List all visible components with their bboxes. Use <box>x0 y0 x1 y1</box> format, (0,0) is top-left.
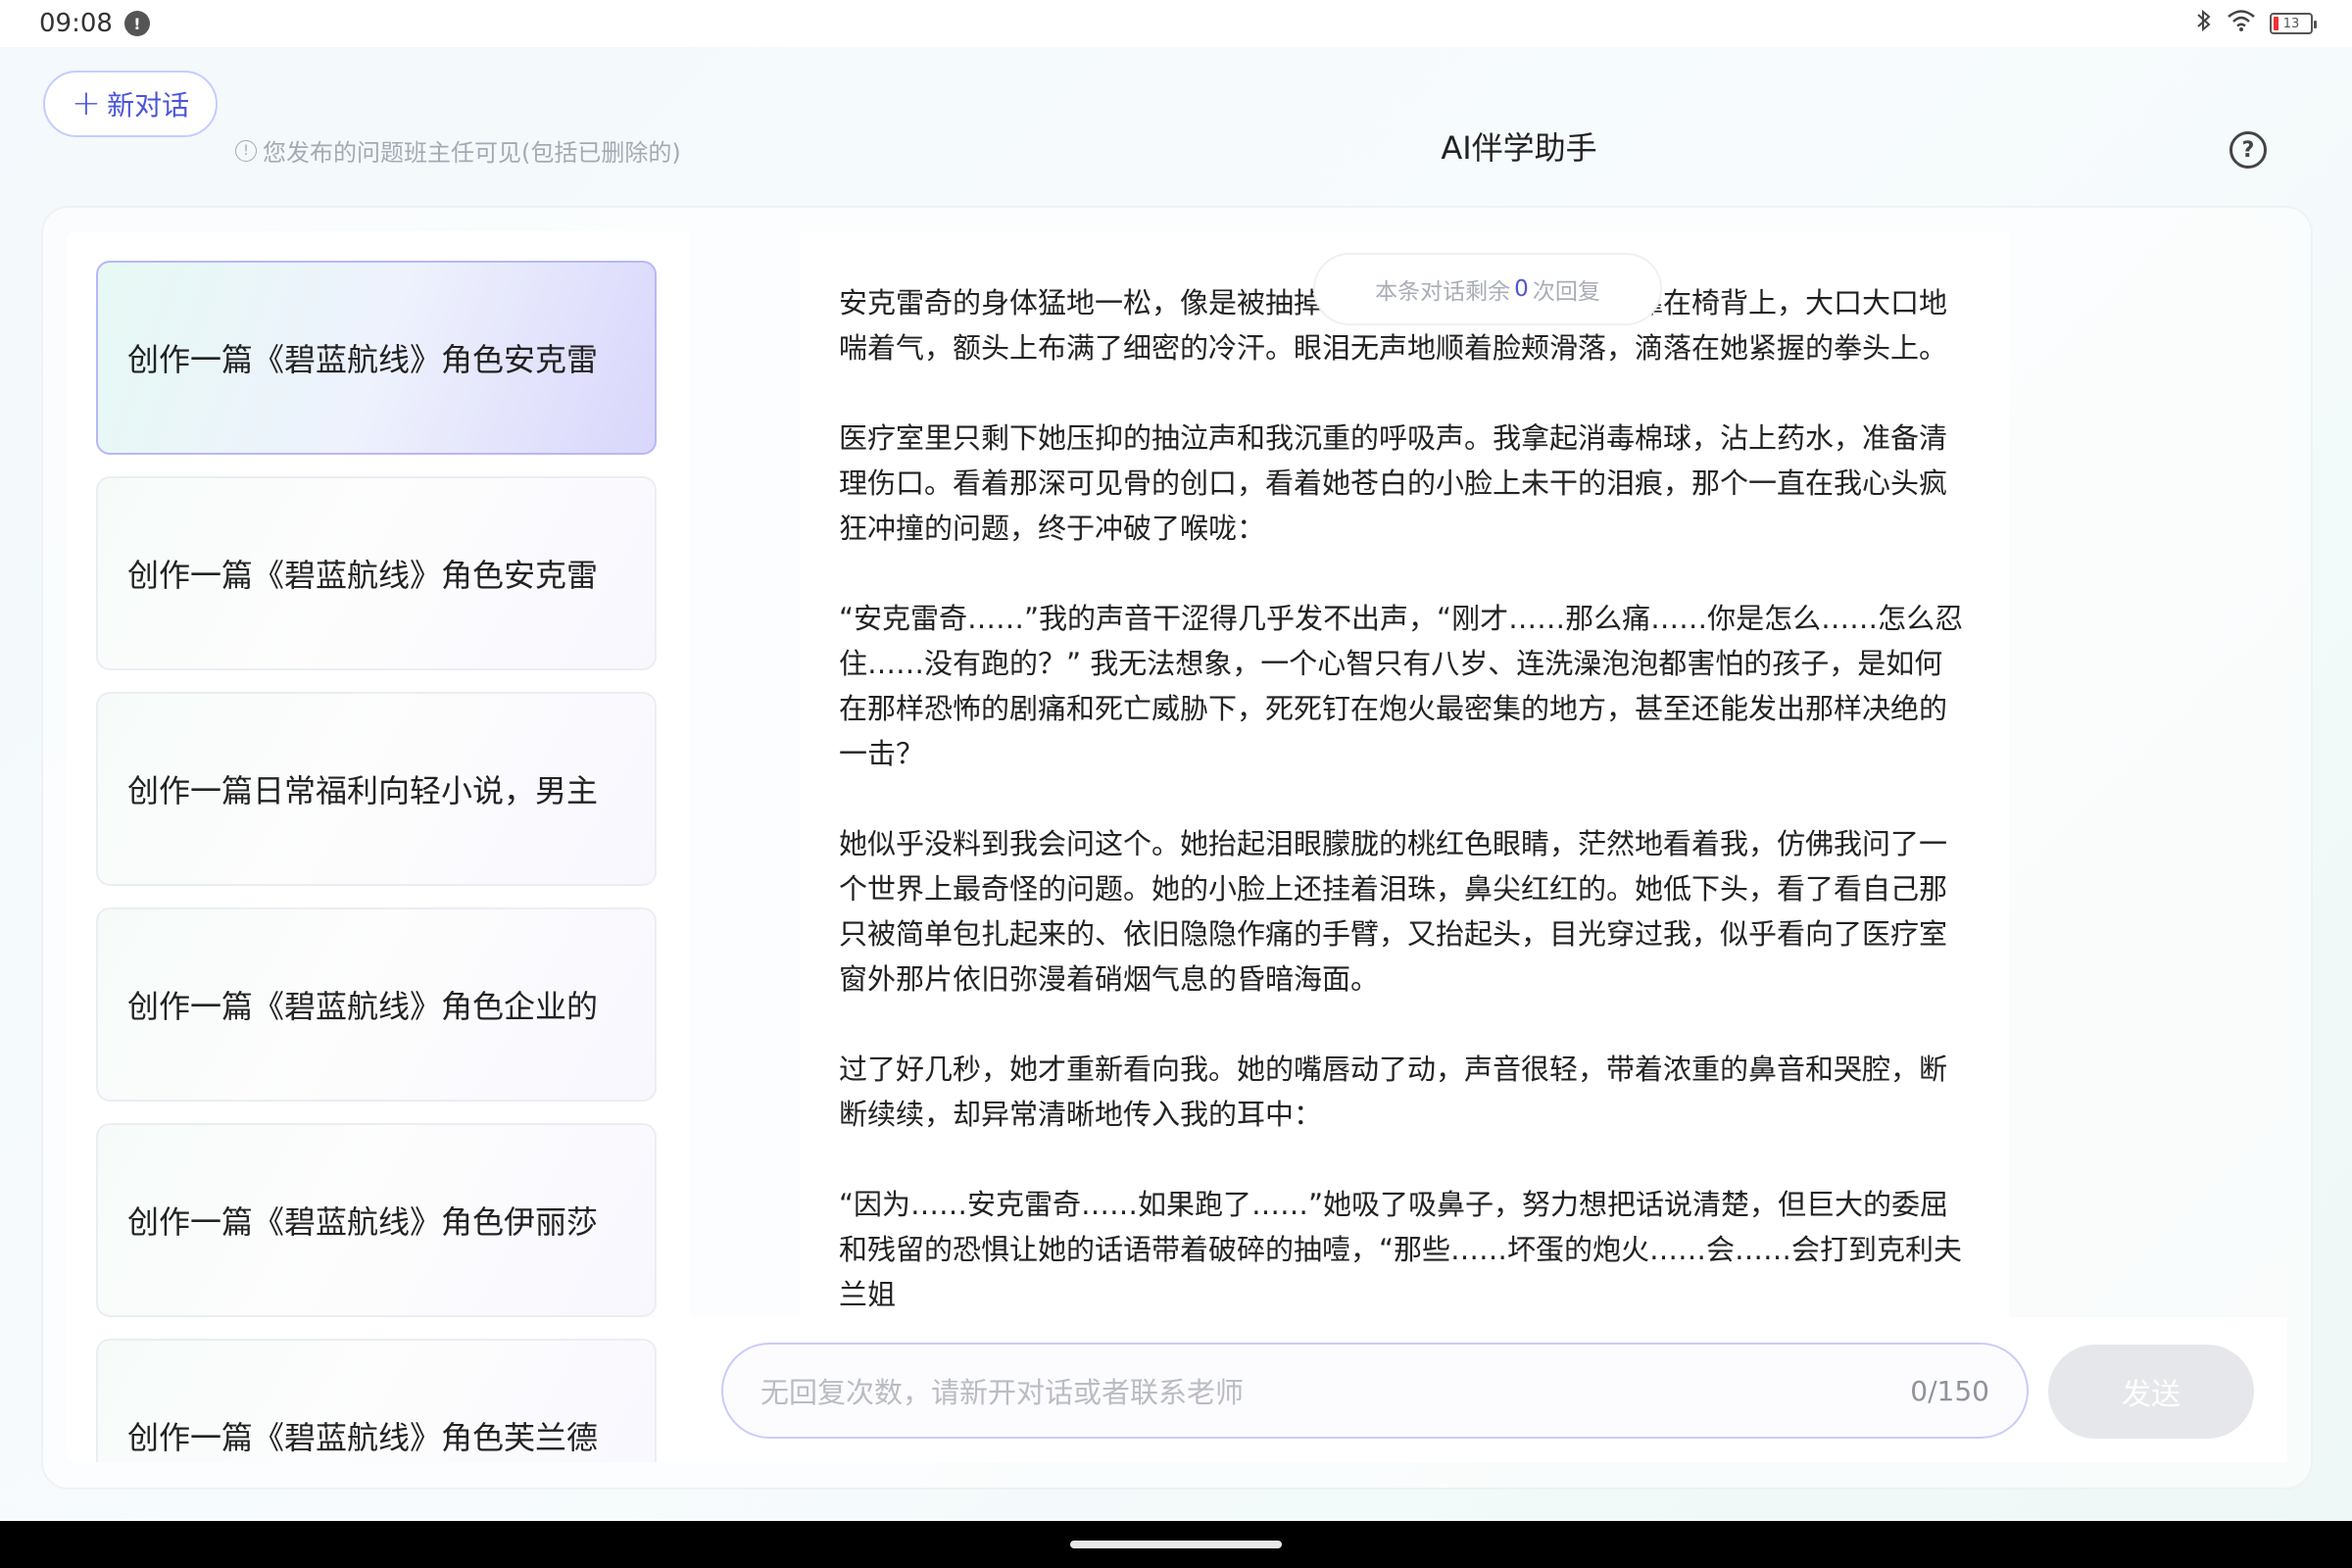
page-title: AI伴学助手 <box>1441 129 1597 167</box>
conversation-title: 创作一篇《碧蓝航线》角色安克雷 <box>127 557 599 594</box>
plus-icon: + <box>71 83 102 123</box>
conversation-item[interactable]: 创作一篇《碧蓝航线》角色芙兰德 <box>96 1339 657 1462</box>
visibility-notice: ! 您发布的问题班主任可见(包括已删除的) <box>235 133 681 168</box>
remaining-suffix: 次回复 <box>1532 279 1600 305</box>
battery-icon: 13 <box>2270 13 2317 34</box>
message-input[interactable]: 无回复次数，请新开对话或者联系老师 0/150 <box>721 1343 2029 1439</box>
remaining-count: 0 <box>1514 276 1529 302</box>
conversation-item[interactable]: 创作一篇《碧蓝航线》角色安克雷 <box>96 476 657 670</box>
conversation-title: 创作一篇《碧蓝航线》角色安克雷 <box>127 341 599 378</box>
new-chat-button[interactable]: + 新对话 <box>43 71 218 137</box>
conversation-title: 创作一篇《碧蓝航线》角色伊丽莎 <box>127 1203 599 1241</box>
input-placeholder: 无回复次数，请新开对话或者联系老师 <box>760 1376 1245 1409</box>
conversation-title: 创作一篇《碧蓝航线》角色芙兰德 <box>127 1419 599 1456</box>
bluetooth-icon <box>2195 8 2213 39</box>
message-text: 安克雷奇的身体猛地一松，像是被抽掉了所有力气一样，软软地靠在椅背上，大口大口地喘… <box>800 231 2009 1317</box>
message-paragraph: 过了好几秒，她才重新看向我。她的嘴唇动了动，声音很轻，带着浓重的鼻音和哭腔，断断… <box>839 1053 1948 1131</box>
message-card[interactable]: 安克雷奇的身体猛地一松，像是被抽掉了所有力气一样，软软地靠在椅背上，大口大口地喘… <box>800 231 2009 1317</box>
conversation-title: 创作一篇《碧蓝航线》角色企业的 <box>127 988 599 1025</box>
system-nav-bar <box>0 1521 2352 1568</box>
notice-text: 您发布的问题班主任可见(包括已删除的) <box>263 139 681 167</box>
conversation-item[interactable]: 创作一篇《碧蓝航线》角色企业的 <box>96 907 657 1102</box>
remaining-replies-badge: 本条对话剩余 0 次回复 <box>1313 253 1662 325</box>
conversation-item[interactable]: 创作一篇《碧蓝航线》角色伊丽莎 <box>96 1123 657 1317</box>
conversation-list: 创作一篇《碧蓝航线》角色安克雷 创作一篇《碧蓝航线》角色安克雷 创作一篇日常福利… <box>96 261 659 1462</box>
info-icon: ! <box>235 139 257 162</box>
message-paragraph: “安克雷奇……”我的声音干涩得几乎发不出声，“刚才……那么痛……你是怎么……怎么… <box>839 602 1964 770</box>
new-chat-label: 新对话 <box>107 89 190 122</box>
status-bar-right: 13 <box>2195 8 2317 39</box>
status-bar: 09:08 ! 13 <box>0 0 2352 47</box>
conversation-title: 创作一篇日常福利向轻小说，男主 <box>127 772 599 809</box>
message-paragraph: 她似乎没料到我会问这个。她抬起泪眼朦胧的桃红色眼睛，茫然地看着我，仿佛我问了一个… <box>839 827 1948 996</box>
conversation-item[interactable]: 创作一篇《碧蓝航线》角色安克雷 <box>96 261 657 455</box>
message-paragraph: 医疗室里只剩下她压抑的抽泣声和我沉重的呼吸声。我拿起消毒棉球，沾上药水，准备清理… <box>839 421 1948 545</box>
notification-icon: ! <box>123 11 150 36</box>
help-icon[interactable]: ? <box>2230 131 2267 169</box>
conversation-item[interactable]: 创作一篇日常福利向轻小说，男主 <box>96 692 657 886</box>
battery-level: 13 <box>2282 16 2300 31</box>
remaining-prefix: 本条对话剩余 <box>1375 279 1511 305</box>
status-bar-left: 09:08 ! <box>39 9 150 38</box>
clock: 09:08 <box>39 9 113 38</box>
send-button[interactable]: 发送 <box>2048 1345 2254 1439</box>
message-paragraph: “因为……安克雷奇……如果跑了……”她吸了吸鼻子，努力想把话说清楚，但巨大的委屈… <box>839 1188 1963 1311</box>
conversation-sidebar: 创作一篇《碧蓝航线》角色安克雷 创作一篇《碧蓝航线》角色安克雷 创作一篇日常福利… <box>67 231 690 1462</box>
home-gesture-handle[interactable] <box>1070 1541 1282 1548</box>
wifi-icon <box>2227 9 2256 38</box>
character-counter: 0/150 <box>1910 1374 1989 1407</box>
